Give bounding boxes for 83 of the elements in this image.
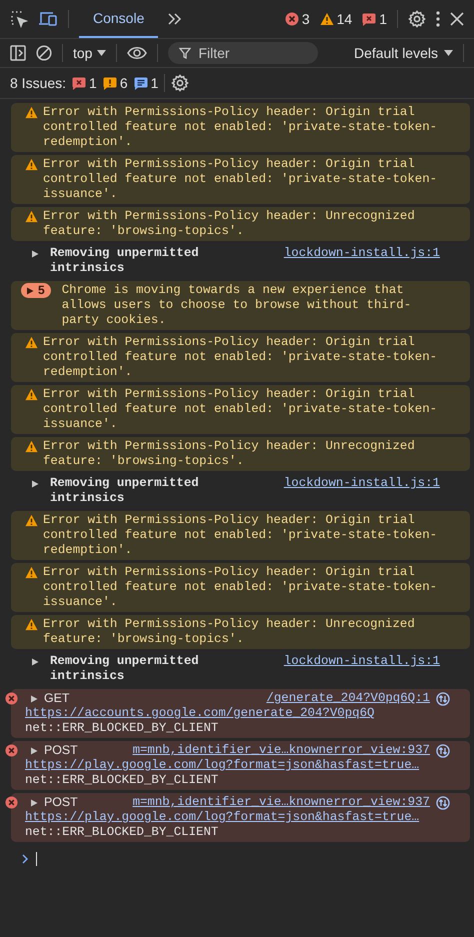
- expand-triangle-icon[interactable]: [30, 798, 38, 806]
- console-tab[interactable]: Console: [79, 0, 158, 38]
- expand-triangle-icon[interactable]: [31, 250, 39, 258]
- levels-dropdown[interactable]: Default levels: [354, 45, 453, 61]
- eye-icon[interactable]: [127, 46, 148, 60]
- more-options-icon[interactable]: [436, 11, 440, 27]
- warning-issue-icon: [102, 76, 117, 90]
- settings-icon[interactable]: [408, 10, 426, 28]
- message-text: Error with Permissions-Policy header: Unrecognized feature: 'browsing-topics'.: [43, 209, 416, 239]
- message-text: Error with Permissions-Policy header: Origin trial controlled feature not enabled: 'private-state-token-issuance'.: [43, 157, 438, 202]
- error-text: net::ERR_BLOCKED_BY_CLIENT: [25, 721, 220, 736]
- message-text: Error with Permissions-Policy header: Origin trial controlled feature not enabled: 'private-state-token-redemption'.: [43, 105, 438, 150]
- request-url[interactable]: https://accounts.google.com/generate_204?V0pq6Q: [25, 706, 450, 721]
- close-icon[interactable]: [450, 12, 464, 26]
- message-text: Error with Permissions-Policy header: Origin trial controlled feature not enabled: 'private-state-token-redemption'.: [43, 513, 438, 558]
- group-count-badge[interactable]: 5: [21, 283, 51, 298]
- device-toolbar-icon[interactable]: [38, 10, 58, 28]
- request-method: GET: [44, 691, 70, 706]
- message-text: Removing unpermitted intrinsics: [49, 476, 200, 506]
- message-text: Error with Permissions-Policy header: Origin trial controlled feature not enabled: 'private-state-token-issuance'.: [43, 387, 438, 432]
- issue-icon: [362, 12, 376, 26]
- expand-triangle-icon[interactable]: [31, 480, 39, 488]
- message-text: Removing unpermitted intrinsics: [49, 654, 200, 684]
- message-text: Error with Permissions-Policy header: Unrecognized feature: 'browsing-topics'.: [43, 439, 416, 469]
- error-icon: [5, 692, 18, 705]
- issue-count[interactable]: 6: [120, 75, 128, 91]
- message-text: Removing unpermitted intrinsics: [49, 246, 200, 276]
- network-request-icon[interactable]: [436, 692, 450, 706]
- warning-icon: [25, 336, 38, 349]
- source-link[interactable]: /generate_204?V0pq6Q:1: [266, 691, 430, 706]
- sidebar-toggle-icon[interactable]: [10, 45, 26, 61]
- warning-icon: [25, 106, 38, 119]
- message-text: Chrome is moving towards a new experience that allows users to choose to browse without third-party cookies.: [62, 283, 412, 328]
- request-url[interactable]: https://play.google.com/log?format=json&hasfast=true…: [25, 810, 450, 825]
- source-link[interactable]: lockdown-install.js:1: [284, 246, 440, 276]
- warning-icon: [25, 514, 38, 527]
- caret-icon: [97, 50, 106, 56]
- source-link[interactable]: m=mnb,identifier_vie…knownerror_view:937: [132, 743, 430, 758]
- source-link[interactable]: lockdown-install.js:1: [284, 654, 440, 684]
- warning-icon: [25, 566, 38, 579]
- error-icon: [5, 796, 18, 809]
- filter-field[interactable]: Filter: [168, 42, 318, 64]
- count-label: 1: [379, 11, 387, 27]
- request-url[interactable]: https://play.google.com/log?format=json&hasfast=true…: [25, 758, 450, 773]
- expand-triangle-icon[interactable]: [26, 286, 34, 294]
- count-label: 3: [302, 11, 310, 27]
- request-method: POST: [44, 795, 78, 810]
- warning-icon: [25, 158, 38, 171]
- error-text: net::ERR_BLOCKED_BY_CLIENT: [25, 773, 220, 788]
- warning-icon: [25, 440, 38, 453]
- warning-icon: [320, 12, 334, 26]
- warning-icon: [25, 210, 38, 223]
- error-text: net::ERR_BLOCKED_BY_CLIENT: [25, 825, 220, 840]
- source-link[interactable]: m=mnb,identifier_vie…knownerror_view:937: [132, 795, 430, 810]
- error-icon: [5, 744, 18, 757]
- prompt-chevron-icon: [22, 854, 28, 864]
- context-dropdown[interactable]: top: [73, 45, 106, 61]
- message-text: Error with Permissions-Policy header: Origin trial controlled feature not enabled: 'private-state-token-issuance'.: [43, 565, 438, 610]
- filter-icon: [179, 47, 192, 59]
- network-request-icon[interactable]: [436, 796, 450, 810]
- settings-icon[interactable]: [171, 74, 190, 92]
- error-issue-icon: [72, 76, 86, 90]
- issues-label: 8 Issues:: [10, 75, 66, 91]
- network-request-icon[interactable]: [436, 744, 450, 758]
- caret-icon: [444, 50, 453, 56]
- clear-console-icon[interactable]: [36, 45, 52, 61]
- expand-triangle-icon[interactable]: [30, 746, 38, 754]
- info-issue-icon: [134, 76, 148, 90]
- issue-count[interactable]: 1: [89, 75, 97, 91]
- more-tabs-icon[interactable]: [168, 13, 182, 25]
- count-label: 14: [336, 11, 352, 27]
- source-link[interactable]: lockdown-install.js:1: [284, 476, 440, 506]
- warning-icon: [25, 388, 38, 401]
- inspect-icon[interactable]: [10, 10, 28, 28]
- expand-triangle-icon[interactable]: [30, 694, 38, 702]
- expand-triangle-icon[interactable]: [31, 658, 39, 666]
- message-text: Error with Permissions-Policy header: Unrecognized feature: 'browsing-topics'.: [43, 617, 416, 647]
- message-text: Error with Permissions-Policy header: Origin trial controlled feature not enabled: 'private-state-token-redemption'.: [43, 335, 438, 380]
- error-icon: [284, 12, 299, 26]
- text-cursor: [36, 852, 37, 866]
- warning-icon: [25, 618, 38, 631]
- request-method: POST: [44, 743, 78, 758]
- issue-count[interactable]: 1: [150, 75, 158, 91]
